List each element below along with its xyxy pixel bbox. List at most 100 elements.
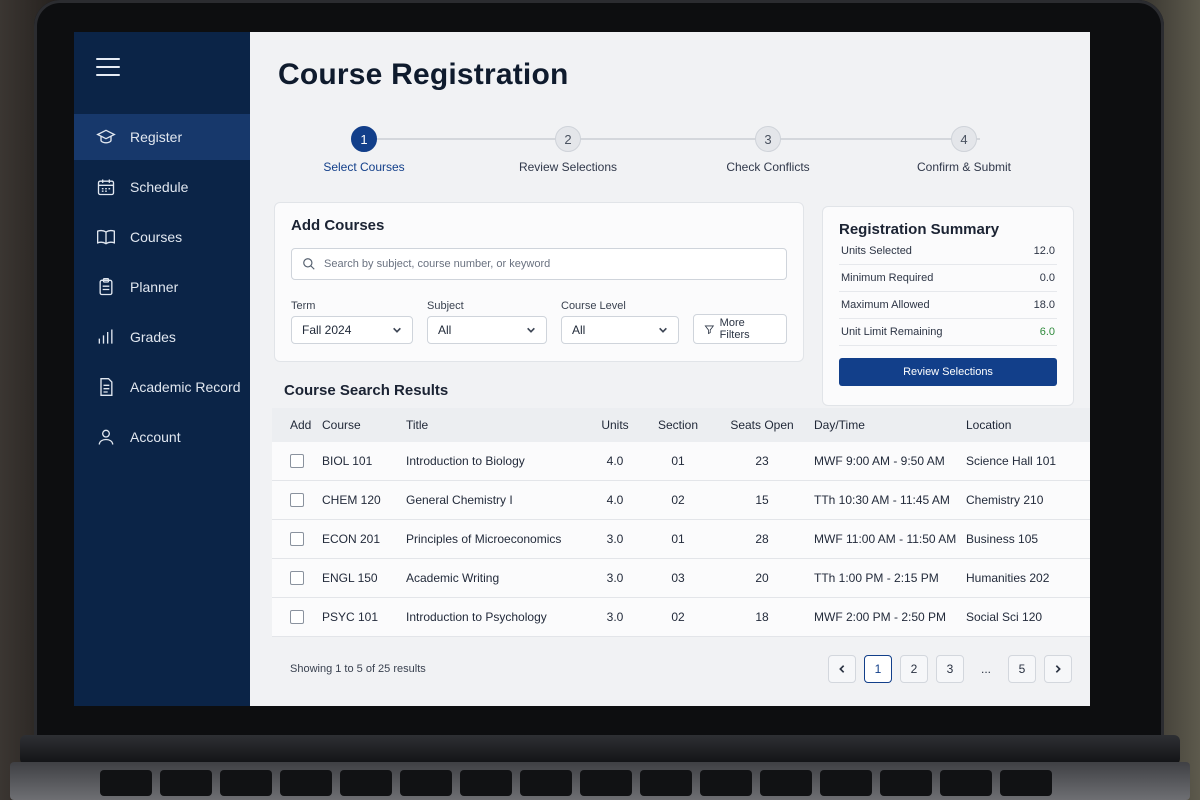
next-page-button[interactable] (1044, 655, 1072, 683)
sidebar-item-schedule[interactable]: Schedule (74, 164, 250, 210)
sidebar-item-courses[interactable]: Courses (74, 214, 250, 260)
key (580, 770, 632, 796)
cell-units: 3.0 (606, 532, 624, 546)
main-content: Course Registration 1 Select Courses 2 R… (250, 32, 1090, 706)
page-button[interactable]: 2 (900, 655, 928, 683)
cell-day-time: MWF 11:00 AM - 11:50 AM (814, 532, 957, 546)
cell-seats: 20 (755, 571, 769, 585)
term-value: Fall 2024 (302, 323, 352, 337)
cell-seats: 28 (755, 532, 769, 546)
cell-course: ENGL 150 (322, 571, 378, 585)
cell-units: 4.0 (606, 454, 624, 468)
cell-title: Introduction to Biology (406, 454, 525, 468)
clipboard-icon (96, 277, 116, 297)
subject-select[interactable]: All (427, 316, 547, 344)
key (700, 770, 752, 796)
add-course-checkbox[interactable] (290, 532, 304, 546)
add-course-checkbox[interactable] (290, 610, 304, 624)
key (820, 770, 872, 796)
cell-course: CHEM 120 (322, 493, 381, 507)
cell-day-time: MWF 2:00 PM - 2:50 PM (814, 610, 947, 624)
sidebar-item-academic-record[interactable]: Academic Record (74, 364, 250, 410)
key (940, 770, 992, 796)
add-courses-card: Add Courses Search by subject, course nu… (274, 202, 804, 362)
key (280, 770, 332, 796)
add-courses-title: Add Courses (291, 217, 385, 234)
calendar-icon (96, 177, 116, 197)
page-ellipsis: ... (980, 662, 991, 676)
filter-funnel-icon (704, 325, 715, 334)
step-label: Review Selections (518, 160, 618, 174)
header-location[interactable]: Location (966, 418, 1090, 432)
sidebar-item-grades[interactable]: Grades (74, 314, 250, 360)
cell-course: ECON 201 (322, 532, 381, 546)
cell-title: Academic Writing (406, 571, 500, 585)
add-course-checkbox[interactable] (290, 454, 304, 468)
sidebar-item-label: Account (130, 429, 181, 445)
term-label: Term (291, 300, 316, 312)
step-select-courses[interactable]: 1 Select Courses (274, 126, 454, 174)
header-title[interactable]: Title (406, 418, 584, 432)
hamburger-menu-icon[interactable] (96, 58, 120, 76)
more-filters-button[interactable]: More Filters (693, 314, 787, 344)
step-label: Confirm & Submit (916, 160, 1012, 174)
cell-section: 03 (671, 571, 685, 585)
add-course-checkbox[interactable] (290, 571, 304, 585)
sidebar-item-register[interactable]: Register (74, 114, 250, 160)
sidebar-item-account[interactable]: Account (74, 414, 250, 460)
table-row: PSYC 101 Introduction to Psychology 3.0 … (272, 598, 1090, 637)
key (520, 770, 572, 796)
key (400, 770, 452, 796)
header-add: Add (290, 418, 312, 432)
book-icon (96, 227, 116, 247)
term-select[interactable]: Fall 2024 (291, 316, 413, 344)
laptop-hinge (20, 735, 1180, 765)
summary-value: 18.0 (1033, 299, 1055, 311)
pagination: 1 2 3 ... 5 (828, 655, 1090, 683)
cell-title: Principles of Microeconomics (406, 532, 562, 546)
page-button[interactable]: 5 (1008, 655, 1036, 683)
chevron-down-icon (527, 327, 535, 333)
review-selections-button[interactable]: Review Selections (839, 358, 1057, 386)
step-review-selections[interactable]: 2 Review Selections (478, 126, 658, 174)
sidebar-item-label: Planner (130, 279, 179, 295)
header-section[interactable]: Section (646, 418, 710, 432)
key (760, 770, 812, 796)
step-confirm-submit[interactable]: 4 Confirm & Submit (874, 126, 1054, 174)
page-button[interactable]: 1 (864, 655, 892, 683)
sidebar-item-label: Courses (130, 229, 183, 245)
previous-page-button[interactable] (828, 655, 856, 683)
level-value: All (572, 323, 586, 337)
cell-location: Humanities 202 (966, 571, 1050, 585)
cell-day-time: TTh 1:00 PM - 2:15 PM (814, 571, 939, 585)
header-seats-open[interactable]: Seats Open (710, 418, 814, 432)
header-day-time[interactable]: Day/Time (814, 418, 966, 432)
cell-seats: 15 (755, 493, 769, 507)
course-search-input[interactable]: Search by subject, course number, or key… (291, 248, 787, 280)
summary-row-units-selected: Units Selected 12.0 (839, 238, 1057, 265)
cell-course: BIOL 101 (322, 454, 373, 468)
user-icon (96, 427, 116, 447)
cell-day-time: MWF 9:00 AM - 9:50 AM (814, 454, 945, 468)
cell-section: 01 (671, 454, 685, 468)
add-course-checkbox[interactable] (290, 493, 304, 507)
summary-value-positive: 6.0 (1039, 326, 1055, 338)
chevron-left-icon (839, 665, 845, 673)
step-label: Check Conflicts (726, 160, 810, 174)
summary-label: Unit Limit Remaining (841, 326, 943, 338)
cell-location: Chemistry 210 (966, 493, 1044, 507)
header-course[interactable]: Course (322, 418, 406, 432)
step-check-conflicts[interactable]: 3 Check Conflicts (678, 126, 858, 174)
header-units[interactable]: Units (584, 418, 646, 432)
filter-row: Term Fall 2024 Subject All Course Level (291, 300, 787, 344)
summary-row-unit-limit-remaining: Unit Limit Remaining 6.0 (839, 319, 1057, 346)
sidebar-item-planner[interactable]: Planner (74, 264, 250, 310)
level-select[interactable]: All (561, 316, 679, 344)
key (340, 770, 392, 796)
page-button[interactable]: 3 (936, 655, 964, 683)
cell-course: PSYC 101 (322, 610, 379, 624)
more-filters-label: More Filters (719, 317, 750, 341)
step-number: 1 (351, 126, 377, 152)
results-count: Showing 1 to 5 of 25 results (290, 663, 426, 675)
cell-units: 3.0 (606, 610, 624, 624)
